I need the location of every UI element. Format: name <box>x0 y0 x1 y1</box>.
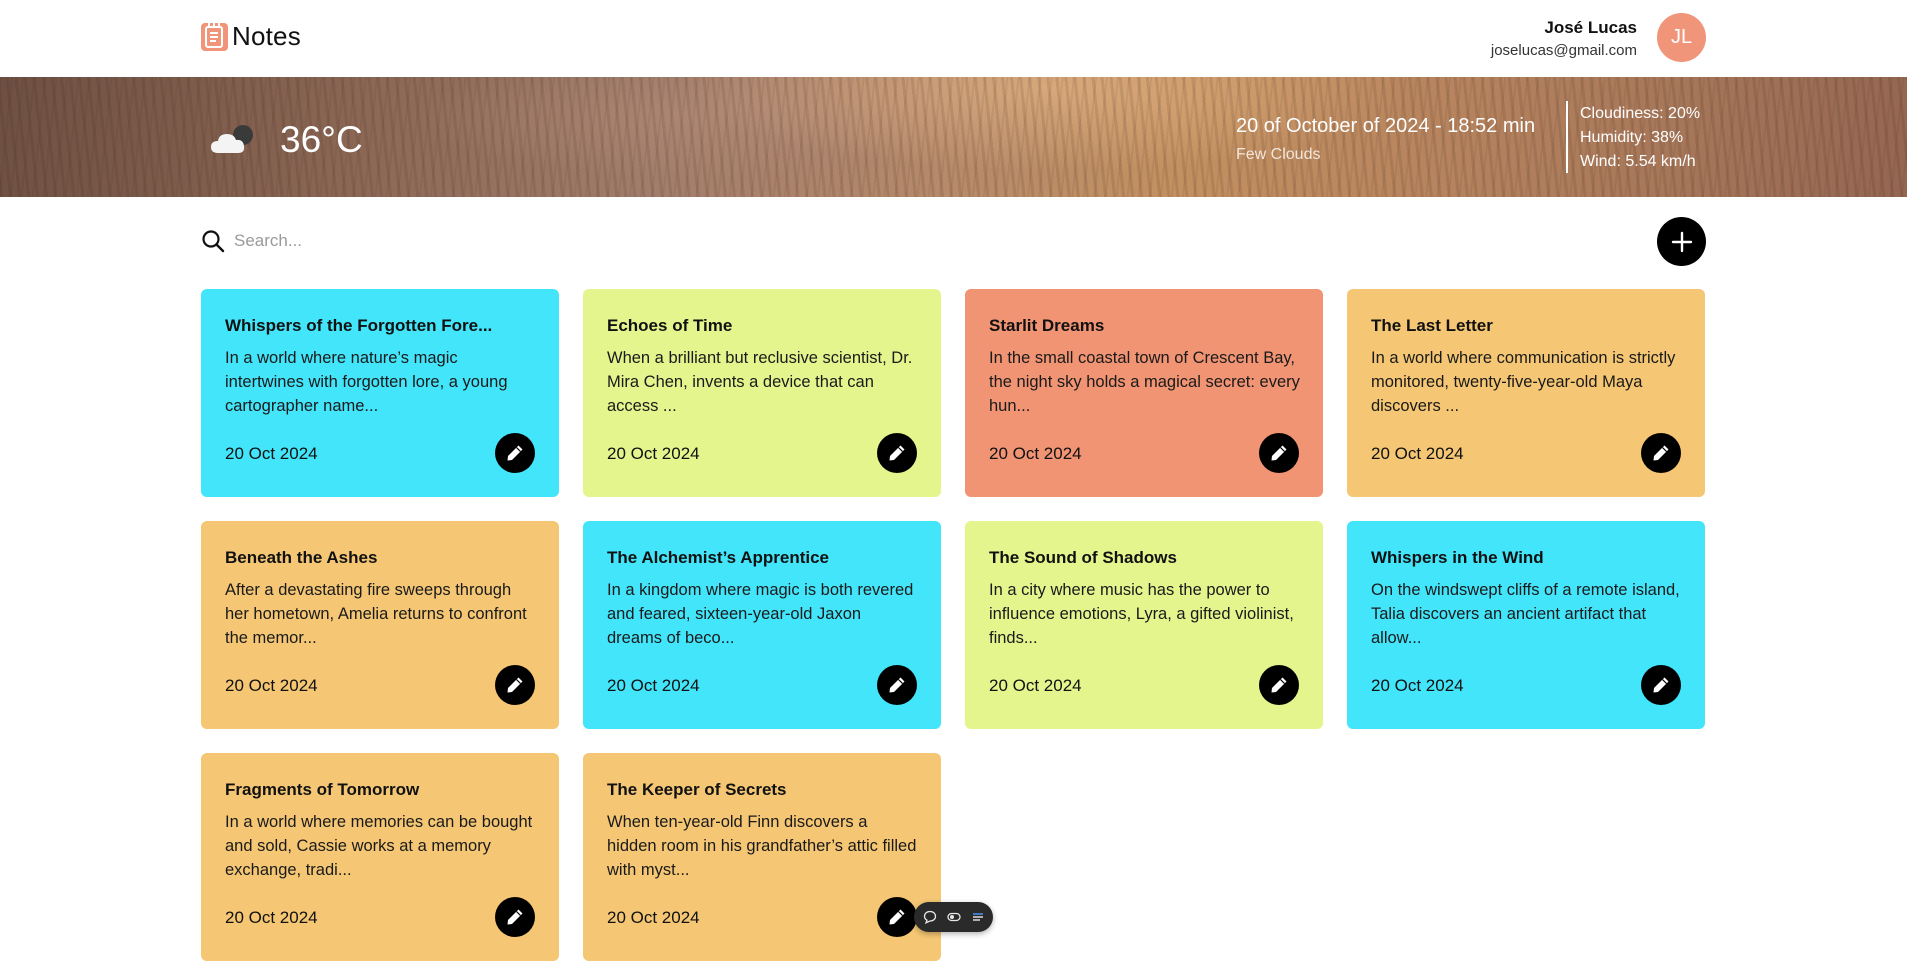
note-card[interactable]: The Alchemist’s Apprentice In a kingdom … <box>583 521 941 729</box>
weather-condition: Few Clouds <box>1236 146 1321 163</box>
note-card[interactable]: Starlit Dreams In the small coastal town… <box>965 289 1323 497</box>
note-date: 20 Oct 2024 <box>1371 444 1464 463</box>
pencil-icon <box>1653 677 1669 693</box>
note-date: 20 Oct 2024 <box>225 676 318 695</box>
app-title: Notes <box>232 21 301 51</box>
note-title: The Sound of Shadows <box>989 548 1177 567</box>
note-date: 20 Oct 2024 <box>1371 676 1464 695</box>
note-excerpt: In a kingdom where magic is both revered… <box>607 581 914 647</box>
note-title: Starlit Dreams <box>989 316 1105 335</box>
edit-note-button[interactable] <box>495 897 535 937</box>
user-info: José Lucas joselucas@gmail.com <box>1491 15 1637 61</box>
pencil-icon <box>1653 445 1669 461</box>
note-title: Whispers in the Wind <box>1371 548 1544 567</box>
add-note-button[interactable] <box>1657 217 1706 266</box>
note-excerpt: In a city where music has the power to i… <box>989 581 1294 647</box>
app-header: Notes José Lucas joselucas@gmail.com JL <box>0 0 1907 77</box>
notes-grid: Whispers of the Forgotten Fore... In a w… <box>201 289 1705 961</box>
pencil-icon <box>1271 677 1287 693</box>
wind: Wind: 5.54 km/h <box>1580 153 1696 170</box>
cloud-moon-icon <box>211 125 253 153</box>
note-card[interactable]: Whispers of the Forgotten Fore... In a w… <box>201 289 559 497</box>
pencil-icon <box>889 909 905 925</box>
weather-details: 20 of October of 2024 - 18:52 min Few Cl… <box>1236 112 1535 166</box>
user-profile[interactable]: José Lucas joselucas@gmail.com JL <box>1491 13 1706 62</box>
note-date: 20 Oct 2024 <box>989 444 1082 463</box>
search-icon <box>202 230 225 253</box>
note-card[interactable]: The Last Letter In a world where communi… <box>1347 289 1705 497</box>
note-excerpt: In a world where nature’s magic intertwi… <box>225 349 508 415</box>
weather-datetime: 20 of October of 2024 - 18:52 min <box>1236 115 1536 137</box>
note-date: 20 Oct 2024 <box>607 444 700 463</box>
app-logo[interactable]: Notes <box>201 21 301 52</box>
pencil-icon <box>507 909 523 925</box>
cloudiness: Cloudiness: 20% <box>1580 105 1701 122</box>
note-excerpt: When ten-year-old Finn discovers a hidde… <box>607 813 917 879</box>
note-title: The Last Letter <box>1371 316 1493 335</box>
pencil-icon <box>889 445 905 461</box>
note-title: Whispers of the Forgotten Fore... <box>225 316 493 335</box>
note-card[interactable]: The Keeper of Secrets When ten-year-old … <box>583 753 941 961</box>
note-excerpt: When a brilliant but reclusive scientist… <box>607 349 913 415</box>
edit-note-button[interactable] <box>1259 433 1299 473</box>
note-date: 20 Oct 2024 <box>989 676 1082 695</box>
edit-note-button[interactable] <box>1259 665 1299 705</box>
temperature: 36°C <box>280 119 363 160</box>
edit-note-button[interactable] <box>495 433 535 473</box>
note-excerpt: In a world where communication is strict… <box>1371 349 1676 415</box>
note-title: The Alchemist’s Apprentice <box>607 548 829 567</box>
humidity: Humidity: 38% <box>1580 129 1684 146</box>
weather-divider <box>1566 101 1568 173</box>
pencil-icon <box>507 445 523 461</box>
note-title: Fragments of Tomorrow <box>225 780 420 799</box>
notepad-icon <box>201 23 228 51</box>
note-card[interactable]: Fragments of Tomorrow In a world where m… <box>201 753 559 961</box>
note-date: 20 Oct 2024 <box>607 676 700 695</box>
note-date: 20 Oct 2024 <box>225 908 318 927</box>
note-excerpt: In the small coastal town of Crescent Ba… <box>989 349 1300 415</box>
note-excerpt: In a world where memories can be bought … <box>225 813 533 879</box>
weather-summary: 36°C <box>210 119 363 161</box>
note-date: 20 Oct 2024 <box>225 444 318 463</box>
avatar[interactable]: JL <box>1657 13 1706 62</box>
user-email: joselucas@gmail.com <box>1490 41 1637 59</box>
plus-icon <box>1671 231 1692 252</box>
weather-banner: 36°C 20 of October of 2024 - 18:52 min F… <box>0 77 1907 197</box>
pencil-icon <box>507 677 523 693</box>
note-excerpt: After a devastating fire sweeps through … <box>225 581 527 647</box>
note-title: The Keeper of Secrets <box>607 780 787 799</box>
note-card[interactable]: Beneath the Ashes After a devastating fi… <box>201 521 559 729</box>
edit-note-button[interactable] <box>1641 665 1681 705</box>
search-bar <box>201 229 634 253</box>
note-title: Echoes of Time <box>607 316 733 335</box>
search-input[interactable] <box>234 231 634 251</box>
weather-stats: Cloudiness: 20% Humidity: 38% Wind: 5.54… <box>1580 102 1700 174</box>
edit-note-button[interactable] <box>1641 433 1681 473</box>
edit-note-button[interactable] <box>495 665 535 705</box>
pencil-icon <box>1271 445 1287 461</box>
note-card[interactable]: The Sound of Shadows In a city where mus… <box>965 521 1323 729</box>
user-name: José Lucas <box>1544 17 1637 37</box>
note-card[interactable]: Whispers in the Wind On the windswept cl… <box>1347 521 1705 729</box>
note-card[interactable]: Echoes of Time When a brilliant but recl… <box>583 289 941 497</box>
note-title: Beneath the Ashes <box>225 548 378 567</box>
edit-note-button[interactable] <box>877 897 917 937</box>
floating-toolbar <box>914 902 993 932</box>
comment-icon[interactable] <box>922 909 938 925</box>
note-date: 20 Oct 2024 <box>607 908 700 927</box>
toggle-icon[interactable] <box>946 909 962 925</box>
edit-note-button[interactable] <box>877 433 917 473</box>
note-excerpt: On the windswept cliffs of a remote isla… <box>1371 581 1680 647</box>
pencil-icon <box>889 677 905 693</box>
edit-note-button[interactable] <box>877 665 917 705</box>
menu-icon[interactable] <box>970 909 986 925</box>
